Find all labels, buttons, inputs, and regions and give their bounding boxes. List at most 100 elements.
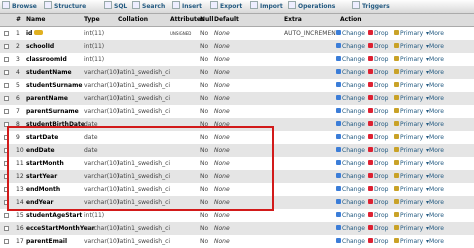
change-button[interactable]: Change <box>336 27 365 40</box>
tab-search[interactable]: Search <box>132 0 165 13</box>
drop-button[interactable]: Drop <box>368 196 388 209</box>
header-collation[interactable]: Collation <box>118 14 148 26</box>
row-checkbox[interactable] <box>4 213 9 218</box>
tab-insert[interactable]: Insert <box>172 0 202 13</box>
more-button[interactable]: ▾More <box>426 131 444 144</box>
header-extra[interactable]: Extra <box>284 14 302 26</box>
more-button[interactable]: ▾More <box>426 40 444 53</box>
more-button[interactable]: ▾More <box>426 53 444 66</box>
tab-sql[interactable]: SQL <box>104 0 127 13</box>
drop-button[interactable]: Drop <box>368 144 388 157</box>
drop-button[interactable]: Drop <box>368 209 388 222</box>
drop-button[interactable]: Drop <box>368 157 388 170</box>
tab-structure[interactable]: Structure <box>44 0 86 13</box>
row-checkbox[interactable] <box>4 109 9 114</box>
primary-button[interactable]: Primary <box>394 144 423 157</box>
row-checkbox[interactable] <box>4 148 9 153</box>
more-button[interactable]: ▾More <box>426 157 444 170</box>
row-checkbox[interactable] <box>4 122 9 127</box>
more-button[interactable]: ▾More <box>426 183 444 196</box>
tab-operations[interactable]: Operations <box>288 0 335 13</box>
more-button[interactable]: ▾More <box>426 209 444 222</box>
primary-button[interactable]: Primary <box>394 157 423 170</box>
change-button[interactable]: Change <box>336 118 365 131</box>
change-button[interactable]: Change <box>336 183 365 196</box>
change-button[interactable]: Change <box>336 144 365 157</box>
change-button[interactable]: Change <box>336 92 365 105</box>
more-button[interactable]: ▾More <box>426 144 444 157</box>
row-checkbox[interactable] <box>4 70 9 75</box>
tab-browse[interactable]: Browse <box>2 0 37 13</box>
row-checkbox[interactable] <box>4 187 9 192</box>
more-button[interactable]: ▾More <box>426 170 444 183</box>
drop-button[interactable]: Drop <box>368 40 388 53</box>
primary-button[interactable]: Primary <box>394 79 423 92</box>
primary-button[interactable]: Primary <box>394 209 423 222</box>
row-checkbox[interactable] <box>4 83 9 88</box>
more-button[interactable]: ▾More <box>426 118 444 131</box>
drop-button[interactable]: Drop <box>368 53 388 66</box>
header-null[interactable]: Null <box>200 14 213 26</box>
more-button[interactable]: ▾More <box>426 92 444 105</box>
drop-button[interactable]: Drop <box>368 79 388 92</box>
header-name[interactable]: Name <box>26 14 45 26</box>
change-button[interactable]: Change <box>336 235 365 248</box>
more-button[interactable]: ▾More <box>426 79 444 92</box>
more-button[interactable]: ▾More <box>426 27 444 40</box>
tab-triggers[interactable]: Triggers <box>352 0 390 13</box>
primary-button[interactable]: Primary <box>394 196 423 209</box>
row-checkbox[interactable] <box>4 226 9 231</box>
change-button[interactable]: Change <box>336 53 365 66</box>
header-default[interactable]: Default <box>214 14 239 26</box>
row-checkbox[interactable] <box>4 161 9 166</box>
change-button[interactable]: Change <box>336 131 365 144</box>
change-button[interactable]: Change <box>336 222 365 235</box>
drop-button[interactable]: Drop <box>368 66 388 79</box>
drop-button[interactable]: Drop <box>368 131 388 144</box>
row-checkbox[interactable] <box>4 200 9 205</box>
row-checkbox[interactable] <box>4 135 9 140</box>
drop-button[interactable]: Drop <box>368 118 388 131</box>
row-checkbox[interactable] <box>4 239 9 244</box>
primary-button[interactable]: Primary <box>394 105 423 118</box>
primary-button[interactable]: Primary <box>394 183 423 196</box>
primary-button[interactable]: Primary <box>394 131 423 144</box>
change-button[interactable]: Change <box>336 196 365 209</box>
change-button[interactable]: Change <box>336 79 365 92</box>
primary-button[interactable]: Primary <box>394 27 423 40</box>
primary-button[interactable]: Primary <box>394 222 423 235</box>
drop-button[interactable]: Drop <box>368 92 388 105</box>
tab-export[interactable]: Export <box>210 0 242 13</box>
primary-button[interactable]: Primary <box>394 66 423 79</box>
row-checkbox[interactable] <box>4 96 9 101</box>
drop-button[interactable]: Drop <box>368 183 388 196</box>
change-button[interactable]: Change <box>336 40 365 53</box>
more-button[interactable]: ▾More <box>426 196 444 209</box>
drop-button[interactable]: Drop <box>368 235 388 248</box>
change-button[interactable]: Change <box>336 157 365 170</box>
change-button[interactable]: Change <box>336 105 365 118</box>
more-button[interactable]: ▾More <box>426 222 444 235</box>
drop-button[interactable]: Drop <box>368 105 388 118</box>
row-checkbox[interactable] <box>4 31 9 36</box>
row-checkbox[interactable] <box>4 44 9 49</box>
row-checkbox[interactable] <box>4 174 9 179</box>
primary-button[interactable]: Primary <box>394 40 423 53</box>
primary-button[interactable]: Primary <box>394 118 423 131</box>
change-button[interactable]: Change <box>336 209 365 222</box>
primary-button[interactable]: Primary <box>394 92 423 105</box>
more-button[interactable]: ▾More <box>426 235 444 248</box>
more-button[interactable]: ▾More <box>426 66 444 79</box>
drop-button[interactable]: Drop <box>368 222 388 235</box>
primary-button[interactable]: Primary <box>394 235 423 248</box>
drop-button[interactable]: Drop <box>368 27 388 40</box>
primary-button[interactable]: Primary <box>394 170 423 183</box>
header-num[interactable]: # <box>16 14 21 26</box>
more-button[interactable]: ▾More <box>426 105 444 118</box>
change-button[interactable]: Change <box>336 66 365 79</box>
row-checkbox[interactable] <box>4 57 9 62</box>
tab-import[interactable]: Import <box>250 0 283 13</box>
drop-button[interactable]: Drop <box>368 170 388 183</box>
change-button[interactable]: Change <box>336 170 365 183</box>
primary-button[interactable]: Primary <box>394 53 423 66</box>
